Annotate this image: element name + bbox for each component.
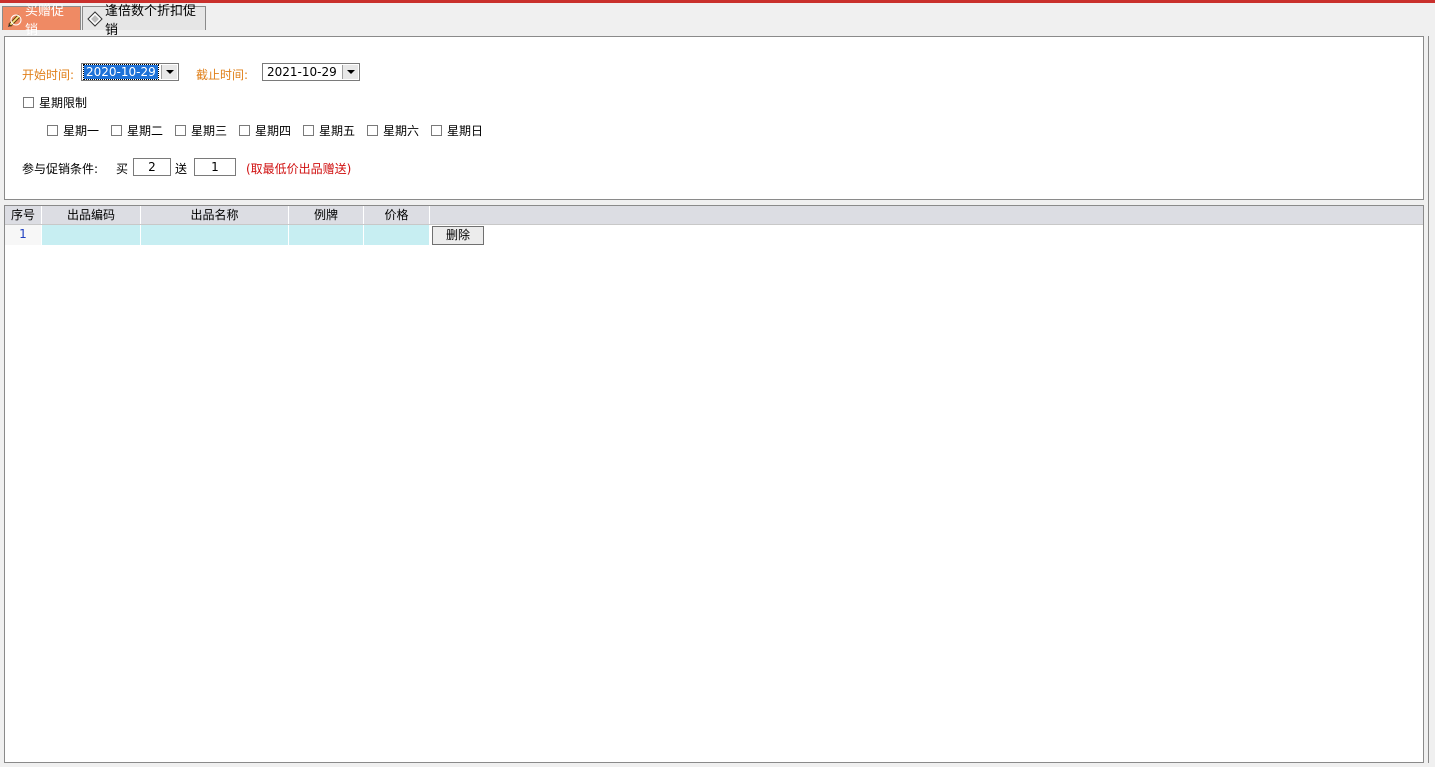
checkbox-box[interactable] <box>175 125 186 136</box>
tag-icon <box>87 10 103 27</box>
weekday-checkbox-wed[interactable]: 星期三 <box>175 122 227 139</box>
promotion-items-grid: 序号 出品编码 出品名称 例牌 价格 1 删除 <box>4 205 1424 763</box>
row-index: 1 <box>5 225 42 245</box>
weekday-checkbox-sun[interactable]: 星期日 <box>431 122 483 139</box>
table-row: 1 删除 <box>5 225 1423 245</box>
end-date-value: 2021-10-29 <box>267 65 337 79</box>
checkbox-box[interactable] <box>111 125 122 136</box>
tab-strip: 买赠促销 逢倍数个折扣促销 <box>0 4 1435 38</box>
checkbox-box[interactable] <box>47 125 58 136</box>
tab-buy-gift-promotion[interactable]: 买赠促销 <box>2 4 81 38</box>
column-header-code[interactable]: 出品编码 <box>42 206 141 224</box>
weekday-checkbox-fri[interactable]: 星期五 <box>303 122 355 139</box>
give-label: 送 <box>175 162 188 176</box>
chevron-down-icon[interactable] <box>161 65 177 79</box>
start-date-select[interactable]: 2020-10-29 <box>81 63 179 81</box>
chevron-down-icon[interactable] <box>342 65 358 79</box>
give-quantity-input[interactable]: 1 <box>194 158 236 176</box>
checkbox-box[interactable] <box>303 125 314 136</box>
checkbox-box[interactable] <box>23 97 34 108</box>
end-date-select[interactable]: 2021-10-29 <box>262 63 360 81</box>
delete-row-button[interactable]: 删除 <box>432 226 484 245</box>
buy-quantity-input[interactable]: 2 <box>133 158 171 176</box>
weekday-label: 星期五 <box>319 124 356 138</box>
start-time-label: 开始时间: <box>22 68 75 82</box>
weekday-label: 星期二 <box>127 124 164 138</box>
window-top-border <box>0 0 1435 3</box>
gift-rule-note: (取最低价出品赠送) <box>246 162 352 176</box>
tab-multiple-discount-promotion[interactable]: 逢倍数个折扣促销 <box>82 4 206 38</box>
column-header-name[interactable]: 出品名称 <box>141 206 289 224</box>
right-divider <box>1428 36 1429 763</box>
weekday-label: 星期四 <box>255 124 292 138</box>
weekday-checkbox-tue[interactable]: 星期二 <box>111 122 163 139</box>
column-header-index[interactable]: 序号 <box>5 206 42 224</box>
weekday-label: 星期日 <box>447 124 484 138</box>
condition-label: 参与促销条件: <box>22 162 99 176</box>
checkbox-box[interactable] <box>239 125 250 136</box>
portion-cell[interactable] <box>289 225 364 245</box>
weekday-label: 星期六 <box>383 124 420 138</box>
weekday-label: 星期一 <box>63 124 100 138</box>
weekday-limit-label: 星期限制 <box>39 96 88 110</box>
checkbox-box[interactable] <box>431 125 442 136</box>
column-header-portion[interactable]: 例牌 <box>289 206 364 224</box>
grid-header: 序号 出品编码 出品名称 例牌 价格 <box>5 206 1423 225</box>
weekday-limit-checkbox[interactable]: 星期限制 <box>23 94 87 111</box>
tab-label: 买赠促销 <box>25 3 65 38</box>
buy-label: 买 <box>116 162 129 176</box>
start-date-value: 2020-10-29 <box>83 64 159 80</box>
name-cell[interactable] <box>141 225 289 245</box>
weekday-checkbox-sat[interactable]: 星期六 <box>367 122 419 139</box>
price-cell[interactable] <box>364 225 430 245</box>
weekday-checkbox-mon[interactable]: 星期一 <box>47 122 99 139</box>
promotion-settings-panel: 开始时间: 2020-10-29 截止时间: 2021-10-29 星期限制 星… <box>4 36 1424 200</box>
pencil-icon <box>7 11 23 27</box>
checkbox-box[interactable] <box>367 125 378 136</box>
tab-label: 逢倍数个折扣促销 <box>105 3 197 38</box>
code-cell[interactable] <box>42 225 141 245</box>
weekday-label: 星期三 <box>191 124 228 138</box>
weekday-checkbox-thu[interactable]: 星期四 <box>239 122 291 139</box>
column-header-price[interactable]: 价格 <box>364 206 430 224</box>
end-time-label: 截止时间: <box>196 68 249 82</box>
